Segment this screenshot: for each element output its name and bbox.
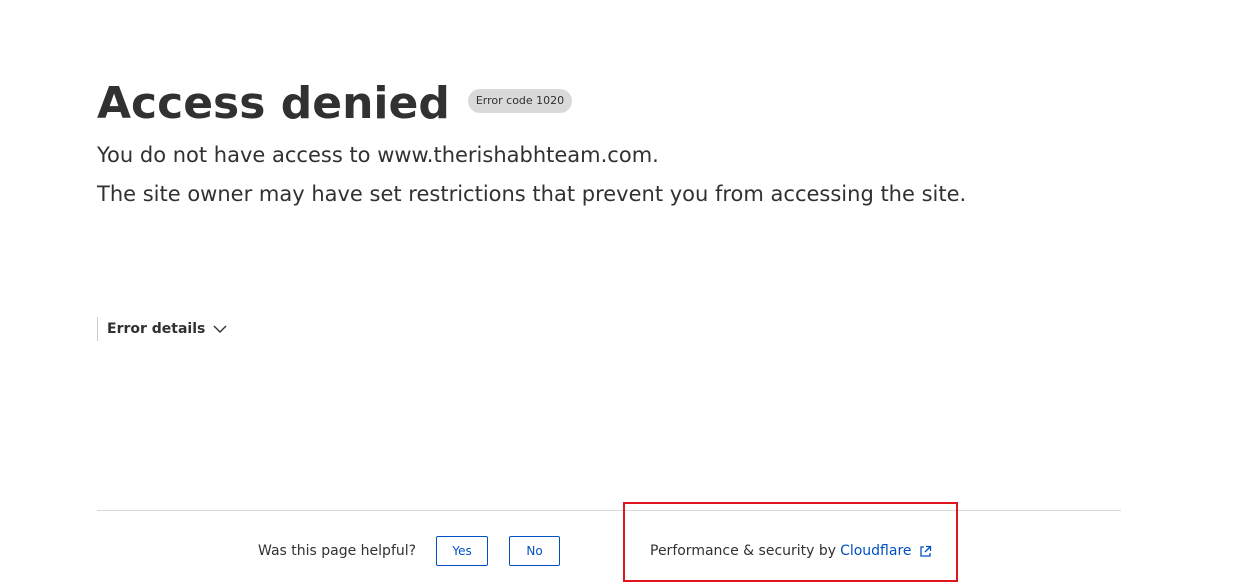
error-details-toggle[interactable]: Error details [97, 317, 227, 341]
page-title: Access denied [97, 78, 450, 129]
footer-divider [97, 510, 1121, 511]
highlight-box [623, 502, 958, 582]
yes-button[interactable]: Yes [436, 536, 489, 566]
page: Access denied Error code 1020 You do not… [0, 0, 1253, 588]
chevron-down-icon [213, 324, 227, 334]
no-button[interactable]: No [509, 536, 561, 566]
performance-prefix: Performance & security by [650, 543, 837, 559]
title-row: Access denied Error code 1020 [97, 76, 573, 132]
error-details-label: Error details [107, 321, 206, 337]
external-link-icon[interactable] [919, 545, 932, 558]
feedback-section: Was this page helpful? Yes No [258, 536, 561, 566]
performance-credit: Performance & security by Cloudflare [650, 543, 932, 559]
restriction-message: The site owner may have set restrictions… [97, 182, 967, 206]
error-code-badge: Error code 1020 [467, 89, 573, 113]
feedback-question: Was this page helpful? [258, 543, 417, 559]
access-message: You do not have access to www.therishabh… [97, 143, 659, 167]
cloudflare-link[interactable]: Cloudflare [840, 543, 911, 559]
